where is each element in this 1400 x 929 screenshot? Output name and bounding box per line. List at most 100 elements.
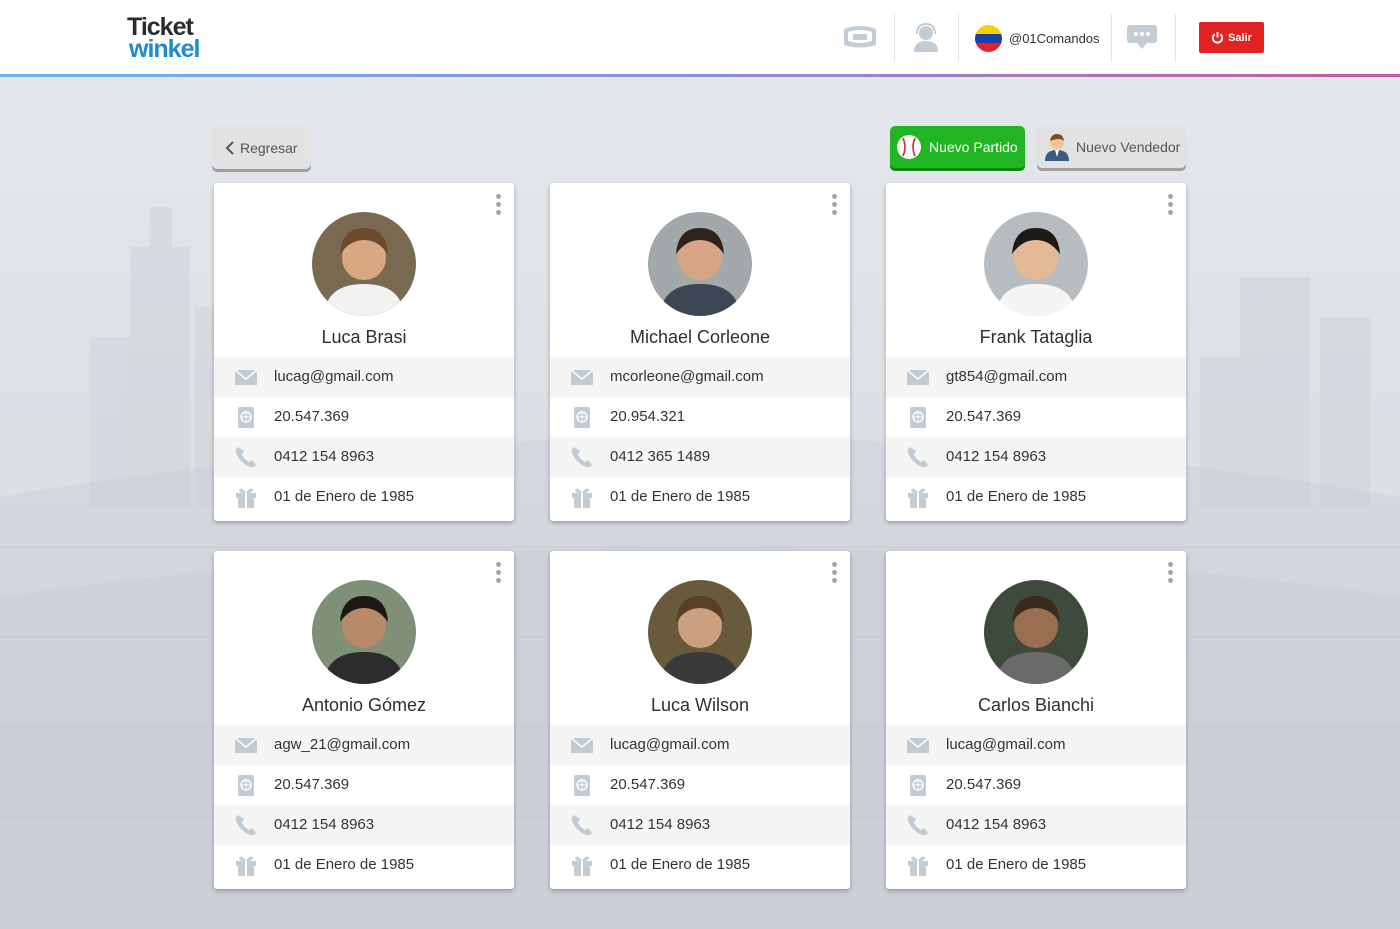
phone-row: 0412 154 8963 <box>214 437 514 477</box>
seller-name: Luca Brasi <box>321 327 407 347</box>
passport-icon <box>238 775 254 796</box>
avatar <box>984 212 1088 316</box>
seller-id-number: 20.547.369 <box>946 776 1022 793</box>
email-row: mcorleone@gmail.com <box>550 357 850 397</box>
seller-email: gt854@gmail.com <box>946 368 1068 385</box>
seller-id-number: 20.547.369 <box>274 776 350 793</box>
phone-icon <box>571 815 592 836</box>
baseball-icon <box>897 135 921 159</box>
seller-phone: 0412 154 8963 <box>274 816 375 833</box>
passport-icon <box>238 407 254 428</box>
seller-card[interactable]: Luca Brasi lucag@gmail.com 20.547.369 04… <box>214 183 514 521</box>
stadium-icon[interactable] <box>830 14 890 60</box>
passport-icon <box>910 775 926 796</box>
top-header: Ticket winkel @01Comandos Salir <box>0 0 1400 74</box>
more-options-icon[interactable] <box>494 562 502 584</box>
gift-icon <box>572 488 592 508</box>
phone-icon <box>571 447 592 468</box>
username: @01Comandos <box>1009 30 1100 46</box>
gift-icon <box>572 856 592 876</box>
more-options-icon[interactable] <box>494 194 502 216</box>
birthday-row: 01 de Enero de 1985 <box>886 477 1186 517</box>
seller-card[interactable]: Antonio Gómez agw_21@gmail.com 20.547.36… <box>214 551 514 889</box>
id-row: 20.954.321 <box>550 397 850 437</box>
support-agent-icon[interactable] <box>896 14 956 60</box>
seller-email: lucag@gmail.com <box>610 736 730 753</box>
seller-avatar-icon <box>1045 134 1069 161</box>
seller-phone: 0412 154 8963 <box>610 816 711 833</box>
new-seller-button[interactable]: Nuevo Vendedor <box>1037 126 1186 168</box>
email-row: agw_21@gmail.com <box>214 725 514 765</box>
seller-name: Michael Corleone <box>629 327 771 347</box>
seller-birthday: 01 de Enero de 1985 <box>946 856 1087 873</box>
seller-card[interactable]: Luca Wilson lucag@gmail.com 20.547.369 0… <box>550 551 850 889</box>
logout-button[interactable]: Salir <box>1199 22 1264 53</box>
seller-email: mcorleone@gmail.com <box>610 368 764 385</box>
seller-birthday: 01 de Enero de 1985 <box>946 488 1087 505</box>
phone-row: 0412 154 8963 <box>550 805 850 845</box>
gift-icon <box>908 488 928 508</box>
gift-icon <box>908 856 928 876</box>
avatar <box>648 580 752 684</box>
new-match-button[interactable]: Nuevo Partido <box>890 126 1025 168</box>
birthday-row: 01 de Enero de 1985 <box>886 845 1186 885</box>
id-row: 20.547.369 <box>550 765 850 805</box>
seller-id-number: 20.547.369 <box>610 776 686 793</box>
power-icon <box>1212 31 1224 44</box>
seller-email: lucag@gmail.com <box>274 368 394 385</box>
avatar <box>312 580 416 684</box>
phone-row: 0412 365 1489 <box>550 437 850 477</box>
gift-icon <box>236 488 256 508</box>
seller-phone: 0412 154 8963 <box>946 816 1047 833</box>
chevron-left-icon <box>225 140 234 155</box>
seller-name: Carlos Bianchi <box>977 695 1095 715</box>
id-row: 20.547.369 <box>214 765 514 805</box>
id-row: 20.547.369 <box>886 397 1186 437</box>
user-account[interactable]: @01Comandos <box>975 24 1100 52</box>
back-button[interactable]: Regresar <box>212 126 311 169</box>
back-label: Regresar <box>240 139 298 156</box>
more-options-icon[interactable] <box>830 194 838 216</box>
seller-birthday: 01 de Enero de 1985 <box>274 856 415 873</box>
phone-icon <box>907 447 928 468</box>
gift-icon <box>236 856 256 876</box>
seller-name: Frank Tataglia <box>979 327 1093 347</box>
seller-email: agw_21@gmail.com <box>274 736 411 753</box>
seller-id-number: 20.547.369 <box>274 408 350 425</box>
id-row: 20.547.369 <box>214 397 514 437</box>
phone-icon <box>235 447 256 468</box>
header-divider <box>1175 14 1176 62</box>
avatar <box>648 212 752 316</box>
birthday-row: 01 de Enero de 1985 <box>550 845 850 885</box>
seller-birthday: 01 de Enero de 1985 <box>610 488 751 505</box>
seller-phone: 0412 154 8963 <box>946 448 1047 465</box>
phone-icon <box>235 815 256 836</box>
email-row: lucag@gmail.com <box>886 725 1186 765</box>
seller-card[interactable]: Carlos Bianchi lucag@gmail.com 20.547.36… <box>886 551 1186 889</box>
ticketwinkel-logo[interactable]: Ticket winkel <box>127 14 205 64</box>
more-options-icon[interactable] <box>830 562 838 584</box>
seller-card[interactable]: Frank Tataglia gt854@gmail.com 20.547.36… <box>886 183 1186 521</box>
birthday-row: 01 de Enero de 1985 <box>214 845 514 885</box>
id-row: 20.547.369 <box>886 765 1186 805</box>
header-divider <box>958 14 959 62</box>
more-options-icon[interactable] <box>1166 562 1174 584</box>
header-gradient-line <box>0 74 1400 77</box>
envelope-icon <box>906 737 930 753</box>
phone-row: 0412 154 8963 <box>886 437 1186 477</box>
passport-icon <box>574 775 590 796</box>
seller-id-number: 20.954.321 <box>610 408 686 425</box>
seller-id-number: 20.547.369 <box>946 408 1022 425</box>
chat-icon[interactable] <box>1112 14 1172 60</box>
email-row: lucag@gmail.com <box>550 725 850 765</box>
birthday-row: 01 de Enero de 1985 <box>550 477 850 517</box>
passport-icon <box>910 407 926 428</box>
seller-name: Antonio Gómez <box>301 695 427 715</box>
more-options-icon[interactable] <box>1166 194 1174 216</box>
passport-icon <box>574 407 590 428</box>
phone-row: 0412 154 8963 <box>886 805 1186 845</box>
envelope-icon <box>234 369 258 385</box>
phone-row: 0412 154 8963 <box>214 805 514 845</box>
seller-card[interactable]: Michael Corleone mcorleone@gmail.com 20.… <box>550 183 850 521</box>
email-row: gt854@gmail.com <box>886 357 1186 397</box>
